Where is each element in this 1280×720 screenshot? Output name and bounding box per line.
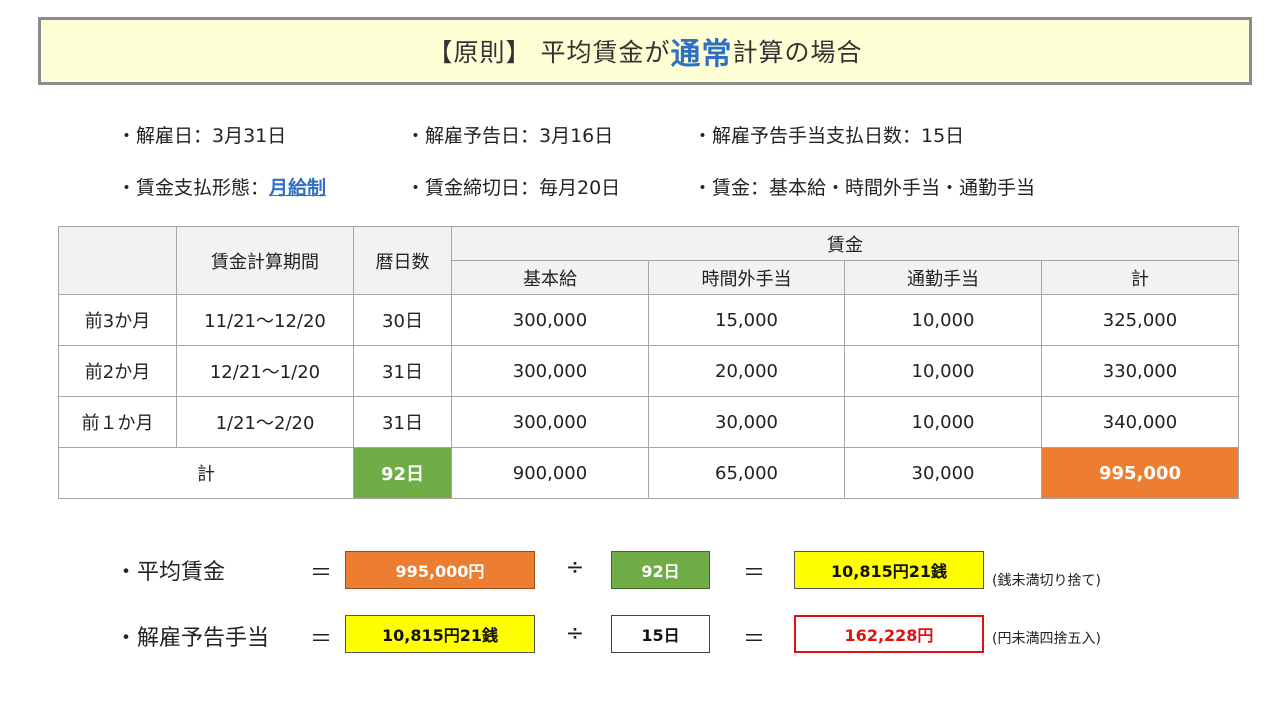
sum-row: 計 92日 900,000 65,000 30,000 995,000 [58,447,1239,499]
average-rounding-note: (銭未満切り捨て) [992,573,1101,589]
info-cutoff: ・賃金締切日：毎月20日 [406,177,621,199]
table-row: 前2か月 12/21～1/20 31日 300,000 20,000 10,00… [58,345,1239,397]
row-label: 前2か月 [58,345,177,397]
average-wage-result-box: 10,815円21銭 [794,551,984,589]
row-period: 1/21～2/20 [176,396,354,448]
sum-label: 計 [58,447,354,499]
sum-basic: 900,000 [451,447,649,499]
average-equals-sign: ＝ [309,561,332,586]
row-commute: 10,000 [844,345,1042,397]
info-pay-form-label: ・賃金支払形態： [117,177,270,199]
row-basic: 300,000 [451,396,649,448]
average-total-wage-box: 995,000円 [345,551,535,589]
info-dismissal-date: ・解雇日：3月31日 [117,125,287,147]
header-commute: 通勤手当 [844,260,1042,295]
allowance-days-box: 15日 [611,615,710,653]
header-empty [58,226,177,295]
header-total: 計 [1041,260,1239,295]
allowance-result-equals-sign: ＝ [742,627,765,652]
average-result-equals-sign: ＝ [742,561,765,586]
info-wage-items: ・賃金：基本給・時間外手当・通勤手当 [693,177,1036,199]
average-divide-sign: ÷ [565,555,585,580]
header-overtime: 時間外手当 [648,260,845,295]
row-label: 前１か月 [58,396,177,448]
row-total: 340,000 [1041,396,1239,448]
row-overtime: 20,000 [648,345,845,397]
allowance-rounding-note: (円未満四捨五入) [992,631,1101,647]
title-prefix: 【原則】 平均賃金が [427,38,671,67]
sum-overtime: 65,000 [648,447,845,499]
row-period: 11/21～12/20 [176,294,354,346]
row-label: 前3か月 [58,294,177,346]
wage-table: 賃金計算期間 暦日数 賃金 基本給 時間外手当 通勤手当 計 前3か月 11/2… [58,226,1239,499]
row-commute: 10,000 [844,396,1042,448]
allowance-equals-sign: ＝ [309,627,332,652]
row-total: 325,000 [1041,294,1239,346]
allowance-result-box: 162,228円 [794,615,984,653]
sum-total: 995,000 [1041,447,1239,499]
title-accent: 通常 [670,37,733,72]
sum-days: 92日 [353,447,452,499]
average-days-box: 92日 [611,551,710,589]
average-wage-label: ・平均賃金 [115,560,226,585]
header-wages: 賃金 [451,226,1239,261]
row-basic: 300,000 [451,294,649,346]
allowance-average-wage-box: 10,815円21銭 [345,615,535,653]
header-basic: 基本給 [451,260,649,295]
row-overtime: 30,000 [648,396,845,448]
header-period: 賃金計算期間 [176,226,354,295]
row-overtime: 15,000 [648,294,845,346]
allowance-multiply-sign: ÷ [565,621,585,646]
info-notice-date: ・解雇予告日：3月16日 [406,125,614,147]
allowance-label: ・解雇予告手当 [115,626,270,651]
info-pay-form-link[interactable]: 月給制 [269,177,326,199]
table-row: 前3か月 11/21～12/20 30日 300,000 15,000 10,0… [58,294,1239,346]
row-days: 31日 [353,345,452,397]
row-period: 12/21～1/20 [176,345,354,397]
title-banner: 【原則】 平均賃金が 通常 計算の場合 [38,17,1252,85]
row-days: 30日 [353,294,452,346]
title-suffix: 計算の場合 [732,38,863,67]
row-basic: 300,000 [451,345,649,397]
info-pay-form: ・賃金支払形態：月給制 [117,173,326,200]
row-commute: 10,000 [844,294,1042,346]
info-allowance-days: ・解雇予告手当支払日数：15日 [693,125,965,147]
row-days: 31日 [353,396,452,448]
row-total: 330,000 [1041,345,1239,397]
table-row: 前１か月 1/21～2/20 31日 300,000 30,000 10,000… [58,396,1239,448]
header-days: 暦日数 [353,226,452,295]
sum-commute: 30,000 [844,447,1042,499]
